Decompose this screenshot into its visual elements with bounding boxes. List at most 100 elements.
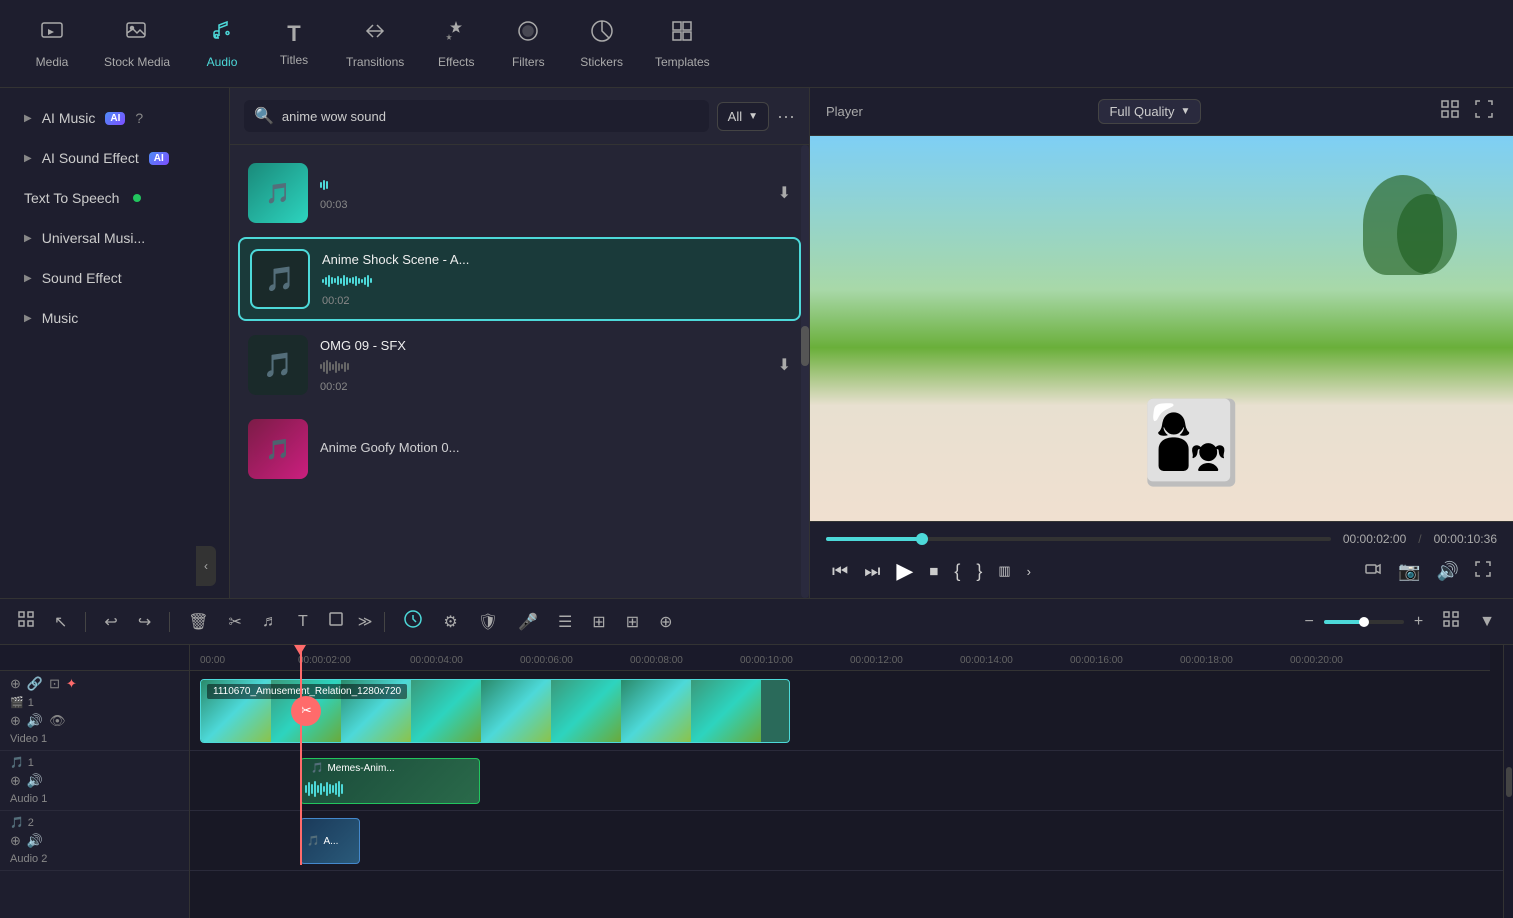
- audio-clip-1-label: 🎵 Memes-Anim...: [305, 761, 401, 776]
- quality-selector[interactable]: Full Quality ▼: [1098, 99, 1201, 124]
- audio-clip-2[interactable]: 🎵 A...: [300, 818, 360, 864]
- timeline-center-btn3[interactable]: 🛡: [472, 608, 504, 636]
- audio-edit-button[interactable]: ♬: [256, 609, 284, 635]
- more-options-button[interactable]: ···: [777, 106, 795, 127]
- timeline-center-btn2[interactable]: ⚙: [437, 608, 463, 636]
- player-controls: 00:00:02:00 / 00:00:10:36 ⏮ ⏭ ▶ ⏹ { } ▥ …: [810, 521, 1513, 598]
- timeline-toolbar: ↖ ↩ ↪ 🗑 ✂ ♬ T ≫ ⚙ 🛡 🎤 ☰ ⊞ ⊞ ⊕ −: [0, 599, 1513, 645]
- timeline-center-btn4[interactable]: 🎤: [512, 608, 544, 636]
- nav-item-templates[interactable]: Templates: [639, 11, 726, 77]
- zoom-out-button[interactable]: −: [1298, 609, 1319, 635]
- audio-item-anime-shock[interactable]: 🎵 Anime Shock Scene - A...: [238, 237, 801, 321]
- video-clip-main[interactable]: 1110670_Amusement_Relation_1280x720 ✂: [200, 679, 790, 743]
- zoom-slider[interactable]: [1324, 620, 1404, 624]
- nav-item-audio[interactable]: Audio: [186, 11, 258, 77]
- redo-button[interactable]: ↪: [132, 608, 157, 636]
- eye-track-icon[interactable]: 👁: [49, 713, 66, 729]
- filter-dropdown[interactable]: All ▼: [717, 102, 769, 131]
- audio-item-prev[interactable]: 🎵 00:03 ⬇: [238, 153, 801, 233]
- mark-out-button[interactable]: }: [970, 557, 988, 586]
- music-note-icon-shock: 🎵: [265, 265, 295, 294]
- sidebar-collapse-button[interactable]: ‹: [196, 546, 216, 586]
- add-track-icon[interactable]: ⊕: [10, 676, 21, 692]
- timeline-area: ↖ ↩ ↪ 🗑 ✂ ♬ T ≫ ⚙ 🛡 🎤 ☰ ⊞ ⊞ ⊕ −: [0, 598, 1513, 918]
- nav-item-media[interactable]: Media: [16, 11, 88, 77]
- skip-back-button[interactable]: ⏮: [826, 557, 854, 586]
- sidebar-item-ai-music[interactable]: ▶ AI Music AI ?: [8, 100, 221, 136]
- audio-item-omg09[interactable]: 🎵 OMG 09 - SFX: [238, 325, 801, 405]
- ruler-00-16: 00:00:16:00: [1070, 655, 1123, 666]
- progress-bar[interactable]: [826, 537, 1331, 541]
- audio-info-omg: OMG 09 - SFX 00:02: [320, 338, 766, 393]
- split-track-icon[interactable]: ⊡: [49, 676, 60, 692]
- add-media-button[interactable]: ⊕: [10, 713, 21, 729]
- nav-item-stickers[interactable]: Stickers: [564, 11, 639, 77]
- help-icon-music[interactable]: ?: [135, 110, 143, 126]
- ai-assist-icon[interactable]: ✦: [66, 676, 77, 692]
- volume-track-icon[interactable]: 🔊: [27, 713, 43, 729]
- timeline-tracks-right[interactable]: 00:00 00:00:02:00 00:00:04:00 00:00:06:0…: [190, 645, 1503, 918]
- nav-item-effects[interactable]: Effects: [420, 11, 492, 77]
- nav-item-titles[interactable]: T Titles: [258, 13, 330, 75]
- delete-button[interactable]: 🗑: [182, 608, 214, 636]
- timeline-vertical-scrollbar[interactable]: [1503, 645, 1513, 918]
- clip-cut-icon[interactable]: ✂: [291, 696, 321, 726]
- link-tracks-icon[interactable]: 🔗: [27, 676, 43, 692]
- download-button-prev[interactable]: ⬇: [778, 183, 791, 203]
- snapshot-button[interactable]: 📷: [1392, 557, 1426, 586]
- insert-button[interactable]: ▥: [992, 559, 1016, 583]
- timeline-grid-view-button[interactable]: [1437, 607, 1465, 636]
- audio2-volume-icon[interactable]: 🔊: [27, 833, 43, 849]
- audio2-add-button[interactable]: ⊕: [10, 833, 21, 849]
- fullscreen-button[interactable]: [1469, 557, 1497, 586]
- crop-button[interactable]: [322, 607, 350, 636]
- zoom-fill: [1324, 620, 1364, 624]
- timeline-center-btn8[interactable]: ⊕: [653, 608, 678, 636]
- ruler-00-02: 00:00:02:00: [298, 655, 351, 666]
- audio1-add-button[interactable]: ⊕: [10, 773, 21, 789]
- audio-clip-1[interactable]: 🎵 Memes-Anim...: [300, 758, 480, 804]
- fullscreen-view-button[interactable]: [1471, 96, 1497, 127]
- sidebar-item-music[interactable]: ▶ Music: [8, 300, 221, 336]
- audio-list-scrollbar[interactable]: [801, 145, 809, 598]
- audio-item-goofy[interactable]: 🎵 Anime Goofy Motion 0...: [238, 409, 801, 489]
- stop-button[interactable]: ⏹: [923, 557, 944, 586]
- cut-button[interactable]: ✂: [223, 608, 248, 636]
- sidebar-item-ai-sound-effect[interactable]: ▶ AI Sound Effect AI: [8, 140, 221, 176]
- mark-in-button[interactable]: {: [948, 557, 966, 586]
- timeline-pointer-button[interactable]: ↖: [48, 608, 73, 636]
- video-track-row-1[interactable]: 1110670_Amusement_Relation_1280x720 ✂: [190, 671, 1503, 751]
- audio2-track-label: Audio 2: [10, 853, 179, 865]
- nav-label-audio: Audio: [207, 55, 238, 69]
- arrow-right-icon[interactable]: ›: [1021, 560, 1037, 583]
- audio-info-prev: 00:03: [320, 175, 766, 211]
- more-tools-button[interactable]: ≫: [358, 613, 373, 630]
- sidebar-item-sound-effect[interactable]: ▶ Sound Effect: [8, 260, 221, 296]
- sidebar-item-universal-music[interactable]: ▶ Universal Musi...: [8, 220, 221, 256]
- nav-item-filters[interactable]: Filters: [492, 11, 564, 77]
- audio1-volume-icon[interactable]: 🔊: [27, 773, 43, 789]
- timeline-center-btn1[interactable]: [397, 605, 429, 638]
- overlay-button[interactable]: [1358, 556, 1388, 587]
- timeline-grid-button[interactable]: [12, 607, 40, 636]
- audio1-number-badge: 1: [28, 757, 34, 769]
- timeline-expand-button[interactable]: ▼: [1473, 609, 1501, 635]
- nav-item-stock-media[interactable]: Stock Media: [88, 11, 186, 77]
- timeline-center-btn7[interactable]: ⊞: [620, 608, 645, 636]
- playhead-marker: [294, 645, 306, 655]
- timeline-center-btn6[interactable]: ⊞: [586, 608, 611, 636]
- nav-item-transitions[interactable]: Transitions: [330, 11, 420, 77]
- zoom-in-button[interactable]: +: [1408, 609, 1429, 635]
- timeline-center-btn5[interactable]: ☰: [552, 608, 578, 636]
- figure-group: 👩‍👧: [1142, 403, 1242, 483]
- sidebar-item-text-to-speech[interactable]: Text To Speech: [8, 180, 221, 216]
- search-input[interactable]: [282, 109, 699, 124]
- text-tool-button[interactable]: T: [292, 609, 314, 635]
- waveform-prev: [320, 175, 766, 195]
- volume-button[interactable]: 🔊: [1431, 557, 1465, 586]
- download-button-omg[interactable]: ⬇: [778, 355, 791, 375]
- frame-back-button[interactable]: ⏭: [858, 557, 886, 586]
- undo-button[interactable]: ↩: [98, 608, 123, 636]
- play-button[interactable]: ▶: [890, 554, 919, 588]
- grid-view-button[interactable]: [1437, 96, 1463, 127]
